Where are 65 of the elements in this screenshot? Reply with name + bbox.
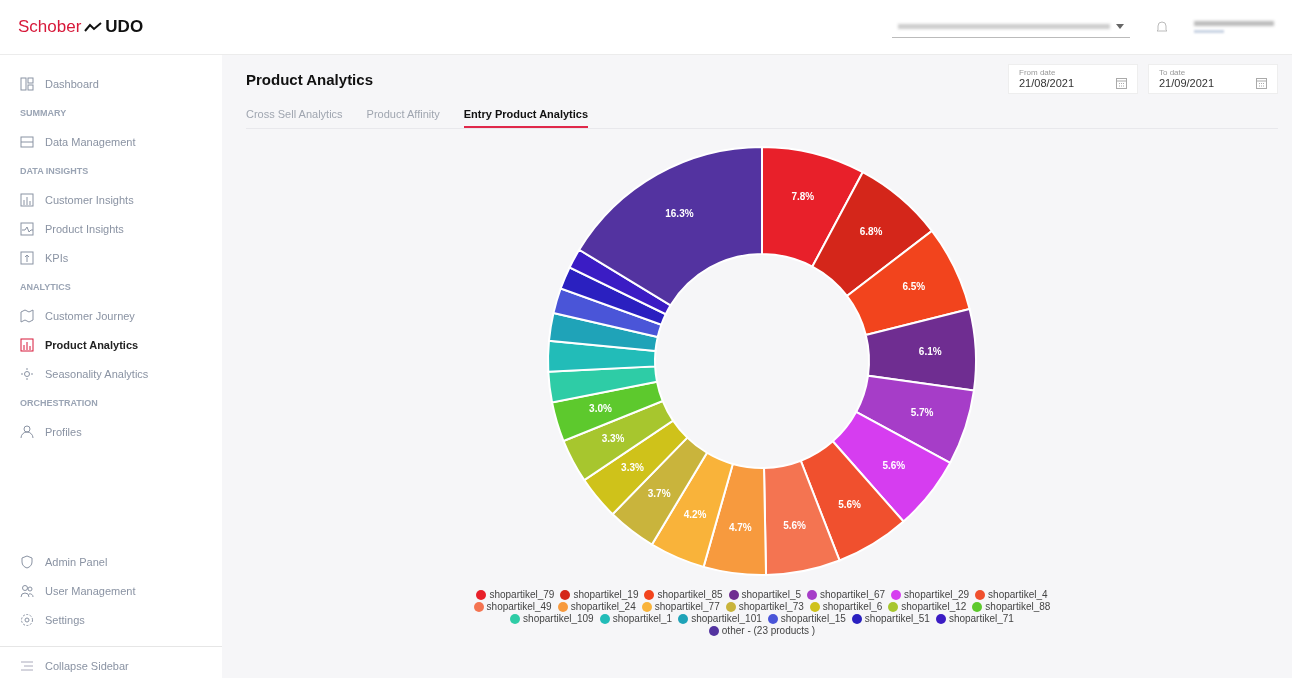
- calendar-icon: [1256, 77, 1267, 89]
- legend-item[interactable]: other - (23 products ): [708, 625, 816, 636]
- legend-item[interactable]: shopartikel_77: [641, 601, 720, 612]
- section-heading: SUMMARY: [20, 108, 68, 118]
- logo-product: UDO: [105, 17, 144, 37]
- date-field[interactable]: From date 21/08/2021: [1008, 64, 1138, 94]
- legend-item[interactable]: shopartikel_71: [935, 613, 1014, 624]
- page-title: Product Analytics: [246, 70, 373, 88]
- trend-line-icon: [84, 22, 103, 32]
- legend-item[interactable]: shopartikel_67: [807, 589, 886, 600]
- legend-item[interactable]: shopartikel_109: [510, 613, 594, 624]
- logo-brand: Schober: [18, 17, 82, 37]
- slice-label: 5.6%: [882, 459, 906, 471]
- bell-icon[interactable]: [1156, 20, 1168, 34]
- slice-label: 16.3%: [665, 207, 694, 219]
- slice-label: 3.7%: [647, 488, 671, 500]
- slice-label: 6.5%: [902, 281, 926, 293]
- legend-item[interactable]: shopartikel_88: [972, 601, 1051, 612]
- bars-icon: [20, 192, 34, 207]
- slice-label: 3.0%: [589, 402, 612, 414]
- date-field[interactable]: To date 21/09/2021: [1148, 64, 1278, 94]
- bars-icon: [20, 337, 34, 352]
- legend-item[interactable]: shopartikel_73: [725, 601, 804, 612]
- legend-item[interactable]: shopartikel_19: [560, 589, 639, 600]
- gear-icon: [20, 612, 34, 627]
- legend-item[interactable]: shopartikel_85: [644, 589, 723, 600]
- kpi-icon: [20, 250, 34, 265]
- person-icon: [20, 424, 34, 439]
- slice-label: 4.7%: [728, 521, 752, 533]
- slice-label: 6.1%: [918, 345, 942, 357]
- slice-label: 3.3%: [621, 462, 644, 474]
- legend-item[interactable]: shopartikel_101: [678, 613, 762, 624]
- legend-item[interactable]: shopartikel_4: [975, 589, 1048, 600]
- section-heading: DATA INSIGHTS: [20, 166, 90, 176]
- legend-item[interactable]: shopartikel_5: [728, 589, 801, 600]
- section-heading: ANALYTICS: [20, 282, 72, 292]
- slice-label: 5.6%: [783, 519, 806, 531]
- legend-item[interactable]: shopartikel_12: [888, 601, 967, 612]
- legend-item[interactable]: shopartikel_29: [891, 589, 970, 600]
- legend-item[interactable]: shopartikel_49: [473, 601, 552, 612]
- slice-label: 5.7%: [910, 407, 934, 419]
- users-icon: [20, 583, 34, 598]
- sidebar-item[interactable]: Product Analytics: [20, 330, 222, 359]
- sun-icon: [20, 366, 34, 381]
- tab[interactable]: Entry Product Analytics: [463, 103, 589, 128]
- menu-icon: [20, 660, 34, 672]
- legend-item[interactable]: shopartikel_1: [599, 613, 673, 624]
- slice-label: 6.8%: [859, 226, 883, 238]
- legend-item[interactable]: shopartikel_51: [851, 613, 930, 624]
- map-icon: [20, 308, 34, 323]
- dashboard-icon: [20, 76, 34, 91]
- slice-label: 7.8%: [791, 191, 815, 203]
- legend-item[interactable]: shopartikel_15: [767, 613, 846, 624]
- legend-item[interactable]: shopartikel_6: [809, 601, 883, 612]
- slice-label: 3.3%: [601, 433, 625, 445]
- slice-label: 5.6%: [838, 498, 861, 510]
- data-icon: [20, 134, 34, 149]
- legend-item[interactable]: shopartikel_79: [476, 589, 555, 600]
- legend-item[interactable]: shopartikel_24: [557, 601, 636, 612]
- slice-label: 4.2%: [683, 509, 707, 521]
- shield-icon: [20, 554, 34, 569]
- section-heading: ORCHESTRATION: [20, 398, 99, 408]
- caret-icon: [1116, 24, 1124, 29]
- blurred-user-name[interactable]: [1194, 21, 1274, 33]
- calendar-icon: [1116, 77, 1127, 89]
